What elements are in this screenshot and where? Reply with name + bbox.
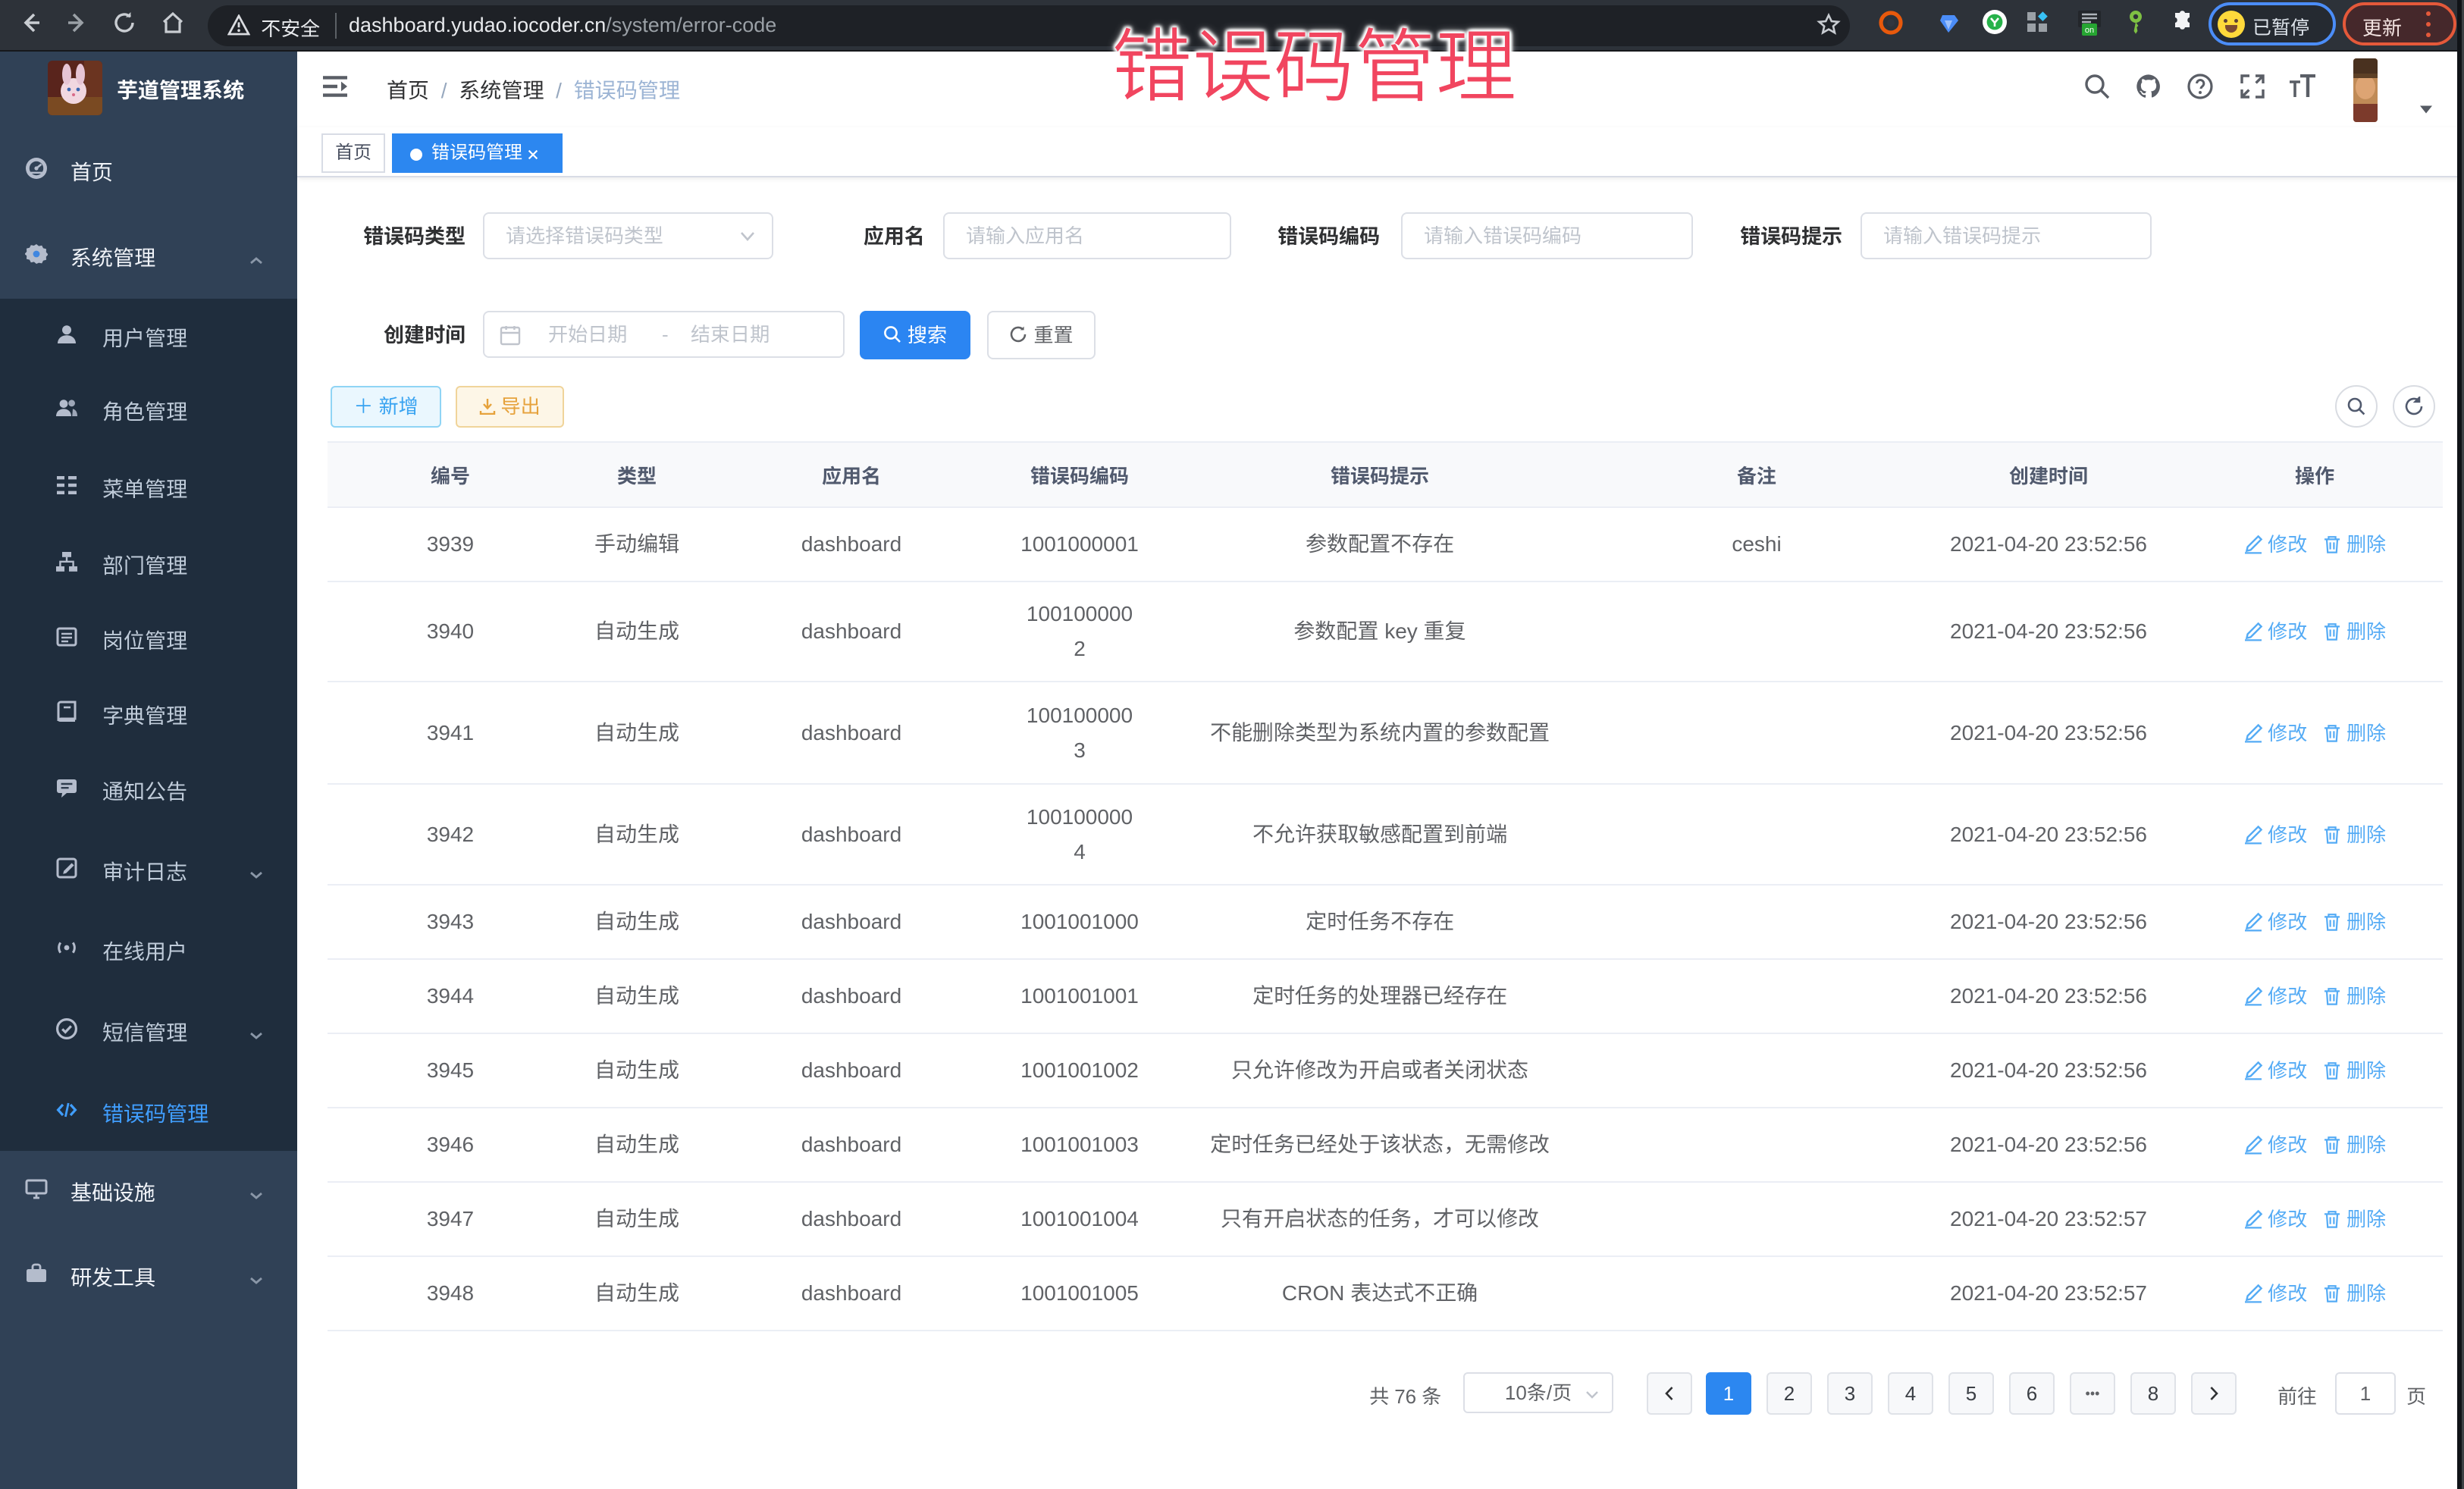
svg-text:on: on (2085, 26, 2094, 35)
